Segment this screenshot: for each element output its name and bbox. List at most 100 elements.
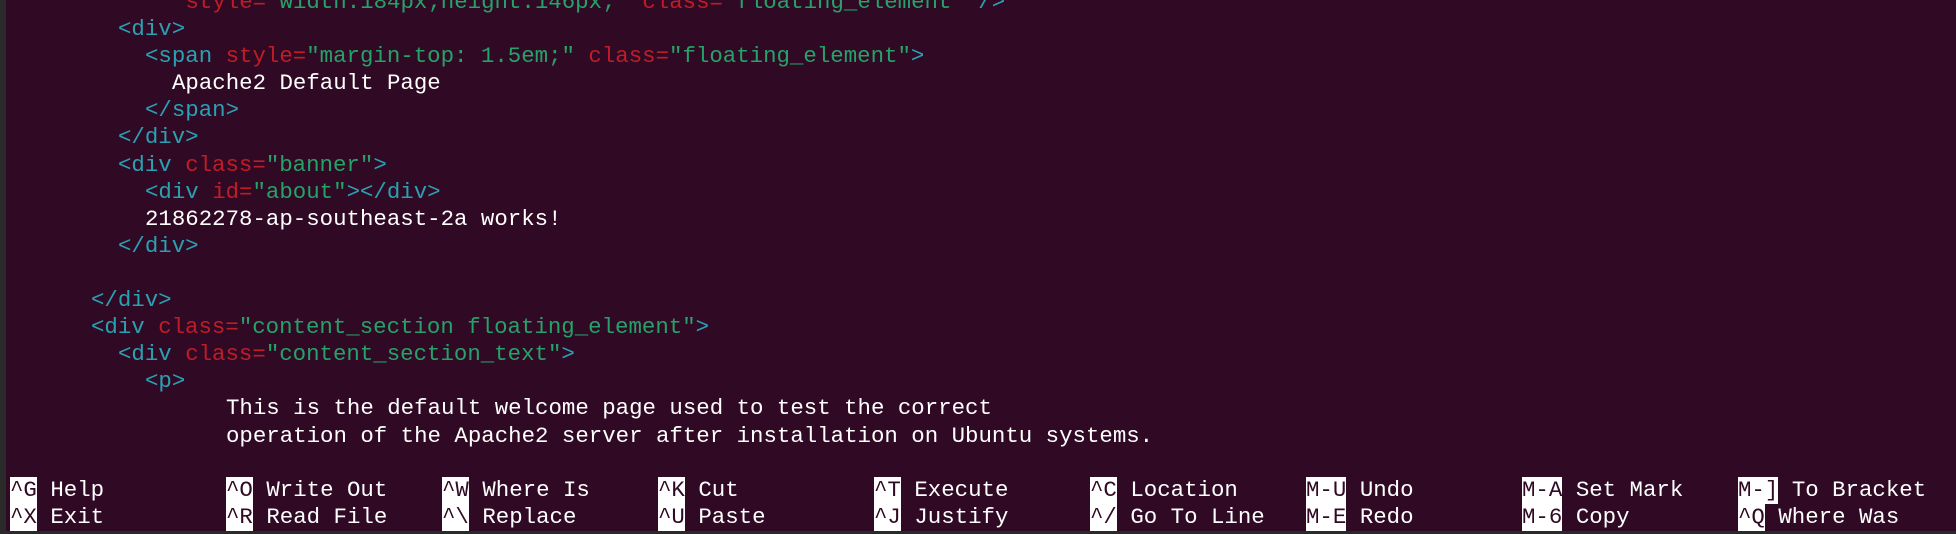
shortcut-key: M-6 — [1522, 504, 1563, 532]
shortcut-key: ^W — [442, 477, 469, 505]
nano-editor-buffer[interactable]: style="width:184px;height:146px;" class=… — [10, 0, 1153, 450]
shortcut-key: ^\ — [442, 504, 469, 532]
code-token-tag: > — [695, 314, 710, 341]
shortcut-label: Redo — [1359, 504, 1414, 531]
code-token-tag: </span> — [145, 97, 240, 124]
code-line[interactable]: <div class="banner"> — [10, 152, 1153, 179]
code-token-txt: This is the default welcome page used to… — [226, 395, 992, 422]
code-token-tag: <p> — [145, 368, 186, 395]
code-token-str: "content_section floating_element" — [238, 314, 696, 341]
code-token-attr: style= — [185, 0, 267, 15]
code-token-tag: <div — [91, 314, 159, 341]
code-line[interactable]: operation of the Apache2 server after in… — [10, 423, 1153, 450]
shortcut-label: Where Is — [482, 477, 590, 503]
code-token-txt: Apache2 Default Page — [172, 70, 441, 97]
shortcut-key: ^C — [1090, 477, 1117, 505]
shortcut-key: M-] — [1738, 477, 1779, 505]
code-token-tag: <div — [118, 341, 186, 368]
shortcut-label: Set Mark — [1575, 477, 1684, 503]
shortcut-key: ^T — [874, 477, 901, 505]
code-line[interactable]: This is the default welcome page used to… — [10, 395, 1153, 422]
code-line[interactable]: <div> — [10, 16, 1153, 43]
shortcut-exit[interactable]: ^X Exit — [10, 504, 226, 532]
shortcut-to-bracket[interactable]: M-] To Bracket — [1738, 477, 1954, 505]
code-token-attr: class= — [185, 151, 266, 178]
shortcut-label: Replace — [482, 504, 577, 531]
shortcut-write-out[interactable]: ^O Write Out — [226, 477, 442, 505]
code-token-attr: class= — [158, 314, 239, 341]
code-token-str: "content_section_text" — [265, 341, 562, 368]
code-token-attr: class= — [628, 0, 723, 15]
shortcut-key: M-A — [1522, 477, 1563, 505]
code-line[interactable]: </div> — [10, 287, 1153, 314]
code-token-tag: /> — [964, 0, 1006, 15]
shortcut-label: Cut — [698, 477, 739, 503]
shortcut-label: Where Was — [1778, 504, 1900, 531]
shortcut-key: M-E — [1306, 504, 1347, 532]
shortcut-set-mark[interactable]: M-A Set Mark — [1522, 477, 1738, 505]
shortcut-label: Undo — [1359, 477, 1414, 503]
shortcut-label: Copy — [1575, 504, 1630, 531]
shortcut-execute[interactable]: ^T Execute — [874, 477, 1090, 505]
code-token-tag: </div> — [118, 124, 199, 151]
shortcut-row: ^G Help ^O Write Out ^W Where Is ^K Cut ^T Execut… — [10, 477, 1954, 505]
shortcut-help[interactable]: ^G Help — [10, 477, 226, 505]
code-line[interactable]: </div> — [10, 124, 1153, 151]
shortcut-label: Justify — [914, 504, 1009, 531]
code-line[interactable]: <div class="content_section floating_ele… — [10, 314, 1153, 341]
code-token-tag: > — [373, 151, 387, 178]
shortcut-cut[interactable]: ^K Cut — [658, 477, 874, 505]
code-token-txt: operation of the Apache2 server after in… — [226, 422, 1154, 449]
shortcut-key: ^J — [874, 504, 901, 532]
nano-shortcut-bar: ^G Help ^O Write Out ^W Where Is ^K Cut ^T Execut… — [10, 477, 1954, 532]
code-line[interactable]: <div class="content_section_text"> — [10, 341, 1153, 368]
shortcut-key: ^R — [226, 504, 253, 532]
code-token-attr: style= — [225, 43, 307, 70]
shortcut-label: Paste — [698, 504, 766, 531]
code-token-tag: </div> — [91, 287, 172, 314]
shortcut-undo[interactable]: M-U Undo — [1306, 477, 1522, 505]
shortcut-copy[interactable]: M-6 Copy — [1522, 504, 1738, 532]
shortcut-redo[interactable]: M-E Redo — [1306, 504, 1522, 532]
shortcut-location[interactable]: ^C Location — [1090, 477, 1306, 505]
code-token-attr: class= — [185, 341, 266, 368]
shortcut-row: ^X Exit ^R Read File ^\ Replace ^U Paste ^J Justi… — [10, 504, 1954, 532]
code-line[interactable]: <span style="margin-top: 1.5em;" class="… — [10, 43, 1153, 70]
shortcut-read-file[interactable]: ^R Read File — [226, 504, 442, 532]
shortcut-label: To Bracket — [1791, 477, 1927, 503]
code-token-txt: 21862278-ap-southeast-2a works! — [145, 205, 562, 232]
code-token-tag: <span — [145, 43, 226, 70]
code-token-tag: <div> — [118, 16, 186, 43]
shortcut-where-was[interactable]: ^Q Where Was — [1738, 504, 1954, 532]
shortcut-key: ^G — [10, 477, 37, 505]
shortcut-go-to-line[interactable]: ^/ Go To Line — [1090, 504, 1306, 532]
shortcut-key: ^U — [658, 504, 685, 532]
code-token-str: "margin-top: 1.5em;" — [306, 43, 575, 70]
code-line[interactable]: <p> — [10, 368, 1153, 395]
code-token-tag: </div> — [118, 232, 199, 259]
shortcut-justify[interactable]: ^J Justify — [874, 504, 1090, 532]
code-line[interactable]: </span> — [10, 97, 1153, 124]
shortcut-where-is[interactable]: ^W Where Is — [442, 477, 658, 505]
shortcut-key: ^/ — [1090, 504, 1117, 532]
code-token-str: "floating_element" — [722, 0, 965, 15]
shortcut-key: ^X — [10, 504, 37, 532]
code-line[interactable]: 21862278-ap-southeast-2a works! — [10, 206, 1153, 233]
code-line[interactable]: Apache2 Default Page — [10, 70, 1153, 97]
code-line[interactable]: style="width:184px;height:146px;" class=… — [10, 0, 1153, 16]
code-token-tag: <div — [118, 151, 186, 178]
code-token-str: "about" — [252, 178, 347, 205]
code-line[interactable]: </div> — [10, 233, 1153, 260]
shortcut-key: ^O — [226, 477, 253, 505]
shortcut-key: M-U — [1306, 477, 1347, 505]
shortcut-label: Go To Line — [1130, 504, 1265, 531]
shortcut-label: Read File — [266, 504, 388, 531]
shortcut-label: Write Out — [266, 477, 388, 503]
code-line[interactable]: <div id="about"></div> — [10, 179, 1153, 206]
code-line[interactable] — [10, 260, 1153, 287]
code-token-tag: > — [910, 43, 925, 70]
shortcut-label: Exit — [50, 504, 105, 531]
shortcut-paste[interactable]: ^U Paste — [658, 504, 874, 532]
shortcut-replace[interactable]: ^\ Replace — [442, 504, 658, 532]
shortcut-label: Location — [1130, 477, 1238, 503]
